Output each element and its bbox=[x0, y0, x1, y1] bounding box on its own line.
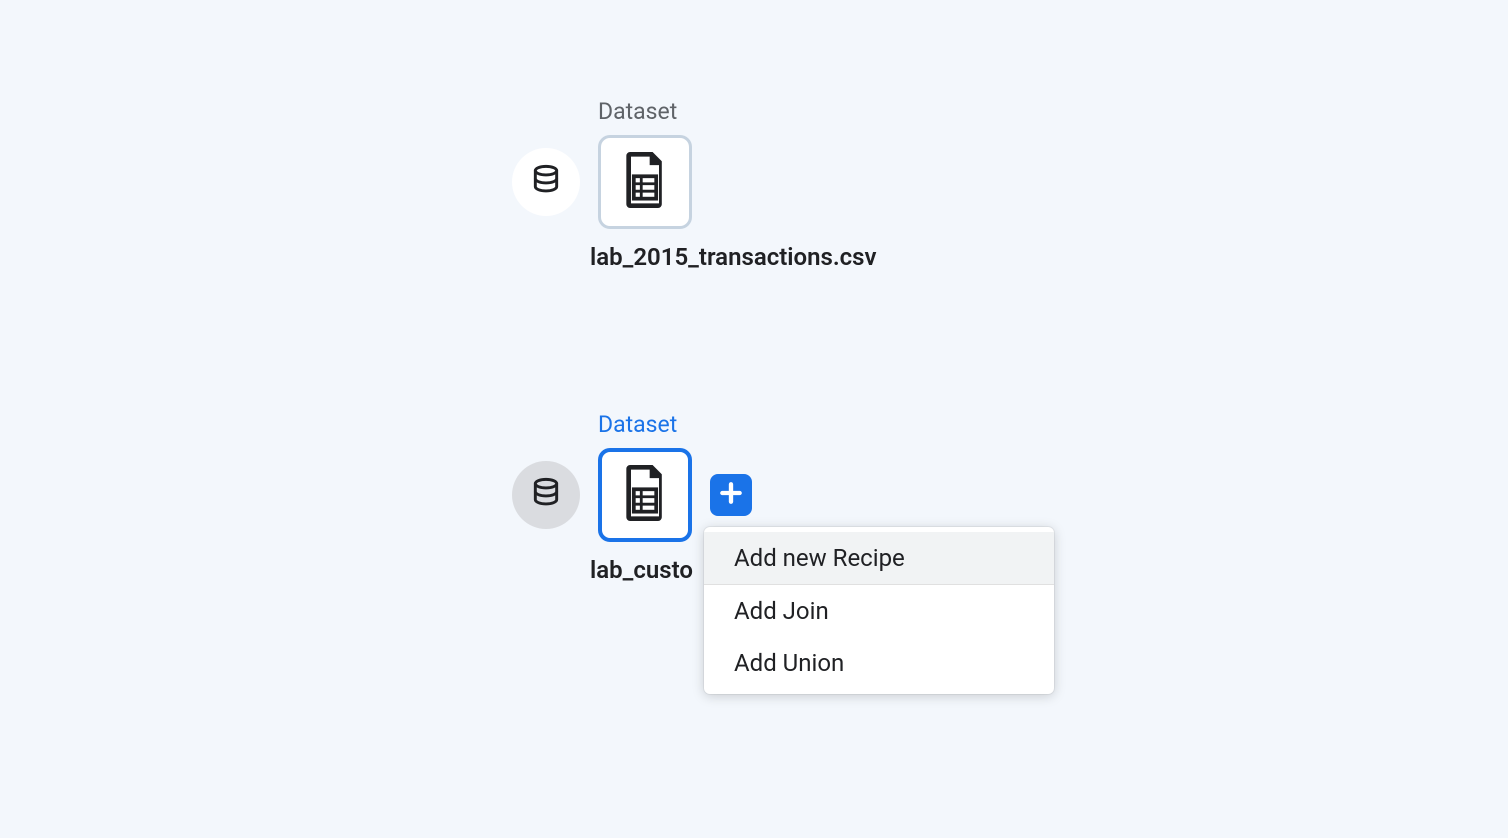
dataset-node[interactable]: Dataset l bbox=[512, 98, 877, 271]
database-icon bbox=[530, 164, 562, 200]
database-badge bbox=[512, 148, 580, 216]
database-icon bbox=[530, 477, 562, 513]
node-filename: lab_2015_transactions.csv bbox=[512, 243, 877, 271]
node-type-label: Dataset bbox=[512, 98, 877, 125]
dataset-file-box[interactable] bbox=[598, 135, 692, 229]
add-context-menu: Add new Recipe Add Join Add Union bbox=[704, 527, 1054, 694]
database-badge bbox=[512, 461, 580, 529]
plus-icon bbox=[718, 480, 744, 510]
file-spreadsheet-icon bbox=[622, 465, 668, 525]
menu-item-add-new-recipe[interactable]: Add new Recipe bbox=[704, 532, 1054, 584]
dataset-file-box[interactable] bbox=[598, 448, 692, 542]
menu-item-add-join[interactable]: Add Join bbox=[704, 585, 1054, 637]
add-button[interactable] bbox=[710, 474, 752, 516]
node-type-label: Dataset bbox=[512, 411, 752, 438]
file-spreadsheet-icon bbox=[622, 152, 668, 212]
menu-item-add-union[interactable]: Add Union bbox=[704, 637, 1054, 689]
